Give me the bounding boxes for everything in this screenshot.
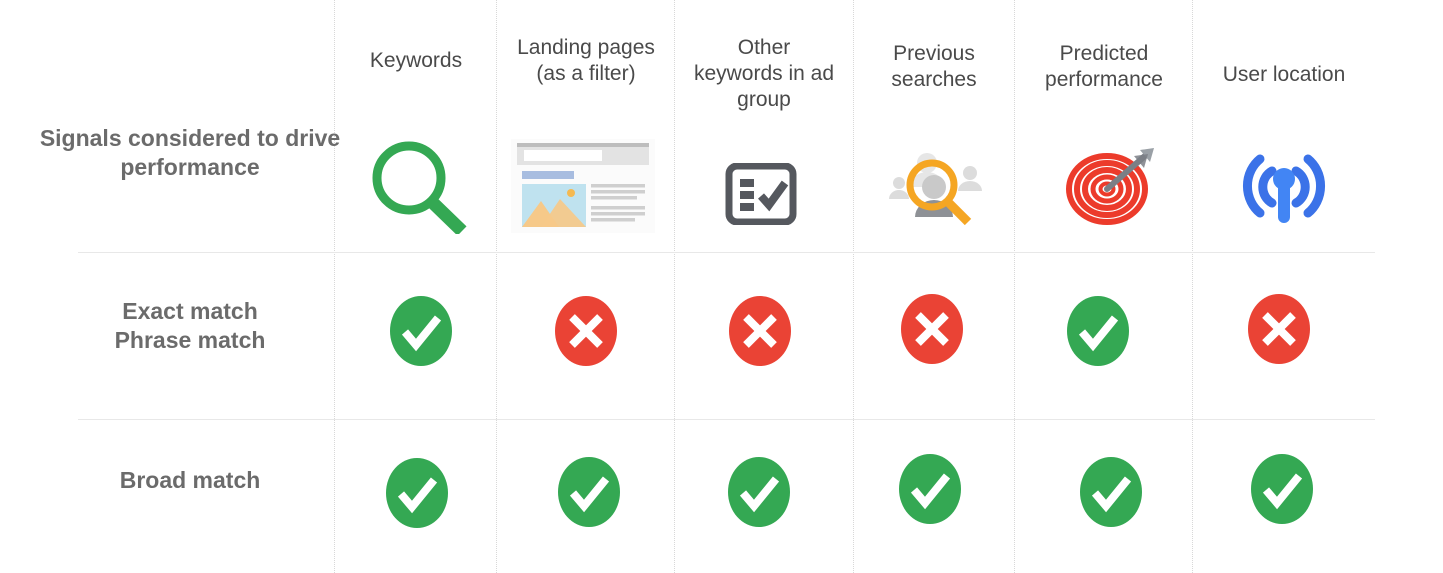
row-label-broad-match: Broad match [34, 466, 346, 495]
status-yes-broad-predicted-performance [1080, 457, 1142, 527]
row-label-broad-text: Broad match [119, 467, 261, 493]
landing-page-icon [511, 139, 655, 233]
status-yes-broad-keywords [386, 458, 448, 528]
row-label-exact-line-1: Exact match [122, 298, 258, 324]
status-no-exact-other-keywords [729, 296, 791, 366]
row-label-signals-text: Signals considered to drive performance [39, 125, 341, 181]
status-yes-broad-previous-searches [899, 454, 961, 524]
column-divider-6 [1192, 0, 1194, 573]
status-yes-broad-user-location [1251, 454, 1313, 524]
people-search-icon [885, 143, 985, 229]
column-header-landing-pages-line-2: (as a filter) [536, 62, 636, 85]
status-yes-exact-predicted-performance [1067, 296, 1129, 366]
column-header-previous-searches: Previous searches [857, 41, 1011, 93]
status-no-exact-landing-pages [555, 296, 617, 366]
status-yes-broad-landing-pages [558, 457, 620, 527]
column-divider-5 [1014, 0, 1016, 573]
status-no-exact-user-location [1248, 294, 1310, 364]
column-header-predicted-performance-line-2: performance [1045, 68, 1163, 91]
broadcast-signal-icon [1240, 147, 1328, 227]
green-magnifier-icon [368, 138, 468, 234]
column-divider-3 [674, 0, 676, 573]
signals-comparison-table: Signals considered to drive performance … [0, 0, 1443, 573]
column-header-other-keywords-line-1: Other [737, 36, 791, 59]
column-header-other-keywords: Other keywords in ad group [678, 35, 850, 113]
column-header-other-keywords-line-2: keywords in ad [693, 62, 835, 85]
column-header-user-location: User location [1196, 62, 1372, 88]
row-label-exact-phrase-match: Exact match Phrase match [34, 297, 346, 356]
row-divider-2 [78, 419, 1375, 420]
column-header-landing-pages-line-1: Landing pages [517, 36, 655, 59]
column-divider-2 [496, 0, 498, 573]
column-header-previous-searches-line-2: searches [891, 68, 977, 91]
status-yes-broad-other-keywords [728, 457, 790, 527]
column-header-user-location-label: User location [1222, 63, 1346, 86]
status-yes-exact-keywords [390, 296, 452, 366]
column-header-landing-pages: Landing pages (as a filter) [500, 35, 672, 87]
column-header-keywords-label: Keywords [369, 49, 463, 72]
checklist-icon [725, 163, 797, 225]
row-divider-1 [78, 252, 1375, 253]
row-label-phrase-line-2: Phrase match [114, 327, 266, 354]
column-header-keywords: Keywords [338, 48, 494, 74]
row-label-signals: Signals considered to drive performance [34, 124, 346, 183]
column-header-previous-searches-line-1: Previous [893, 42, 975, 65]
column-divider-4 [853, 0, 855, 573]
column-header-predicted-performance: Predicted performance [1018, 41, 1190, 93]
status-no-exact-previous-searches [901, 294, 963, 364]
target-dart-icon [1062, 148, 1158, 226]
column-header-predicted-performance-line-1: Predicted [1059, 42, 1149, 65]
column-header-other-keywords-line-3: group [737, 88, 791, 111]
